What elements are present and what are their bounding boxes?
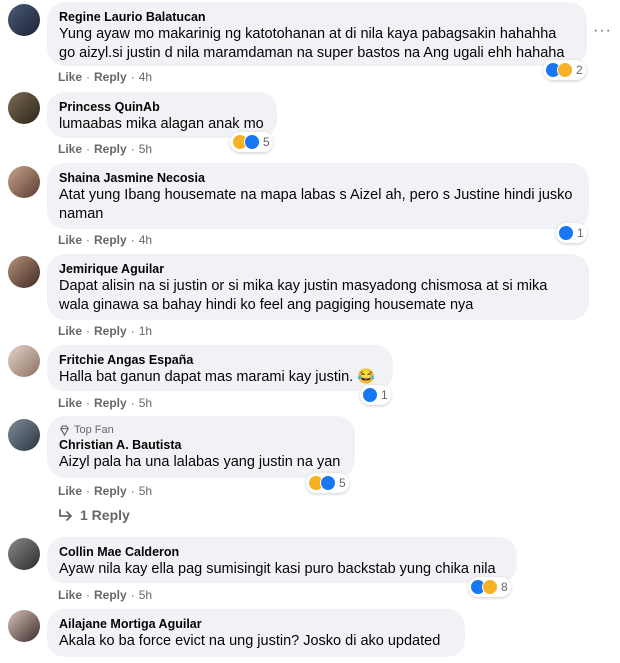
commenter-name[interactable]: Shaina Jasmine Necosia	[59, 170, 577, 186]
like-reaction-icon	[244, 134, 260, 150]
reaction-count: 8	[501, 580, 508, 594]
avatar[interactable]	[8, 92, 40, 124]
commenter-name[interactable]: Princess QuinAb	[59, 99, 265, 115]
reaction-summary[interactable]: 5	[306, 473, 349, 493]
avatar[interactable]	[8, 166, 40, 198]
like-button[interactable]: Like	[58, 324, 82, 338]
comment-actions: Like · Reply · 5h	[58, 142, 153, 156]
like-button[interactable]: Like	[58, 233, 82, 247]
reaction-summary[interactable]: 1	[556, 223, 587, 243]
comment-text: Atat yung Ibang housemate na mapa labas …	[59, 187, 573, 222]
reply-button[interactable]: Reply	[94, 142, 127, 156]
reaction-count: 1	[577, 226, 584, 240]
reply-arrow-icon	[59, 509, 72, 521]
comment-text: Aizyl pala ha una lalabas yang justin na…	[59, 454, 341, 470]
avatar[interactable]	[8, 256, 40, 288]
reaction-count: 5	[263, 135, 270, 149]
reaction-summary[interactable]: 8	[468, 577, 511, 597]
like-button[interactable]: Like	[58, 484, 82, 498]
reaction-summary[interactable]: 5	[230, 132, 273, 152]
comment-bubble: Fritchie Angas España Halla bat ganun da…	[47, 345, 393, 391]
timestamp[interactable]: 4h	[139, 233, 152, 247]
commenter-name[interactable]: Christian A. Bautista	[59, 437, 343, 453]
haha-reaction-icon	[482, 579, 498, 595]
more-options-icon[interactable]: ···	[593, 22, 612, 40]
timestamp[interactable]: 4h	[139, 70, 152, 84]
avatar[interactable]	[8, 345, 40, 377]
replies-count[interactable]: 1 Reply	[80, 507, 130, 523]
comment-bubble: Shaina Jasmine Necosia Atat yung Ibang h…	[47, 163, 589, 229]
diamond-icon	[60, 424, 69, 436]
timestamp[interactable]: 1h	[139, 324, 152, 338]
top-fan-label: Top Fan	[74, 424, 114, 436]
reply-button[interactable]: Reply	[94, 588, 127, 602]
reaction-count: 2	[576, 63, 583, 77]
comment-bubble: Ailajane Mortiga Aguilar Akala ko ba for…	[47, 609, 465, 657]
reply-button[interactable]: Reply	[94, 324, 127, 338]
comment-actions: Like · Reply · 4h	[58, 233, 153, 247]
avatar[interactable]	[8, 419, 40, 451]
haha-reaction-icon	[557, 62, 573, 78]
top-fan-badge: Top Fan	[59, 423, 343, 437]
comment-bubble: Jemirique Aguilar Dapat alisin na si jus…	[47, 254, 589, 320]
like-button[interactable]: Like	[58, 588, 82, 602]
timestamp[interactable]: 5h	[139, 142, 152, 156]
reply-button[interactable]: Reply	[94, 233, 127, 247]
reaction-count: 1	[381, 388, 388, 402]
comment-actions: Like · Reply · 5h	[58, 396, 153, 410]
commenter-name[interactable]: Collin Mae Calderon	[59, 544, 505, 560]
reply-button[interactable]: Reply	[94, 396, 127, 410]
view-replies-link[interactable]: 1 Reply	[58, 507, 130, 523]
comment-text: Halla bat ganun dapat mas marami kay jus…	[59, 369, 376, 385]
comment-text: Yung ayaw mo makarinig ng katotohanan at…	[59, 26, 565, 61]
like-button[interactable]: Like	[58, 142, 82, 156]
avatar[interactable]	[8, 4, 40, 36]
avatar[interactable]	[8, 538, 40, 570]
comment-text: Akala ko ba force evict na ung justin? J…	[59, 633, 441, 649]
reaction-count: 5	[339, 476, 346, 490]
like-reaction-icon	[558, 225, 574, 241]
commenter-name[interactable]: Fritchie Angas España	[59, 352, 381, 368]
like-button[interactable]: Like	[58, 70, 82, 84]
like-reaction-icon	[362, 387, 378, 403]
comment-bubble: Top Fan Christian A. Bautista Aizyl pala…	[47, 416, 355, 478]
like-button[interactable]: Like	[58, 396, 82, 410]
comment-actions: Like · Reply · 5h	[58, 588, 153, 602]
commenter-name[interactable]: Jemirique Aguilar	[59, 261, 577, 277]
comment-text: Ayaw nila kay ella pag sumisingit kasi p…	[59, 561, 496, 577]
reaction-summary[interactable]: 1	[360, 385, 391, 405]
comment-bubble: Regine Laurio Balatucan Yung ayaw mo mak…	[47, 2, 587, 66]
comment-bubble: Collin Mae Calderon Ayaw nila kay ella p…	[47, 537, 517, 583]
timestamp[interactable]: 5h	[139, 588, 152, 602]
reply-button[interactable]: Reply	[94, 484, 127, 498]
comment-actions: Like · Reply · 5h	[58, 484, 153, 498]
comment-text: lumaabas mika alagan anak mo	[59, 116, 264, 132]
reaction-summary[interactable]: 2	[543, 60, 586, 80]
timestamp[interactable]: 5h	[139, 396, 152, 410]
commenter-name[interactable]: Regine Laurio Balatucan	[59, 9, 575, 25]
like-reaction-icon	[320, 475, 336, 491]
comment-actions: Like · Reply · 4h	[58, 70, 153, 84]
avatar[interactable]	[8, 610, 40, 642]
comment-text: Dapat alisin na si justin or si mika kay…	[59, 278, 548, 313]
reply-button[interactable]: Reply	[94, 70, 127, 84]
comment-actions: Like · Reply · 1h	[58, 324, 153, 338]
commenter-name[interactable]: Ailajane Mortiga Aguilar	[59, 616, 453, 632]
timestamp[interactable]: 5h	[139, 484, 152, 498]
